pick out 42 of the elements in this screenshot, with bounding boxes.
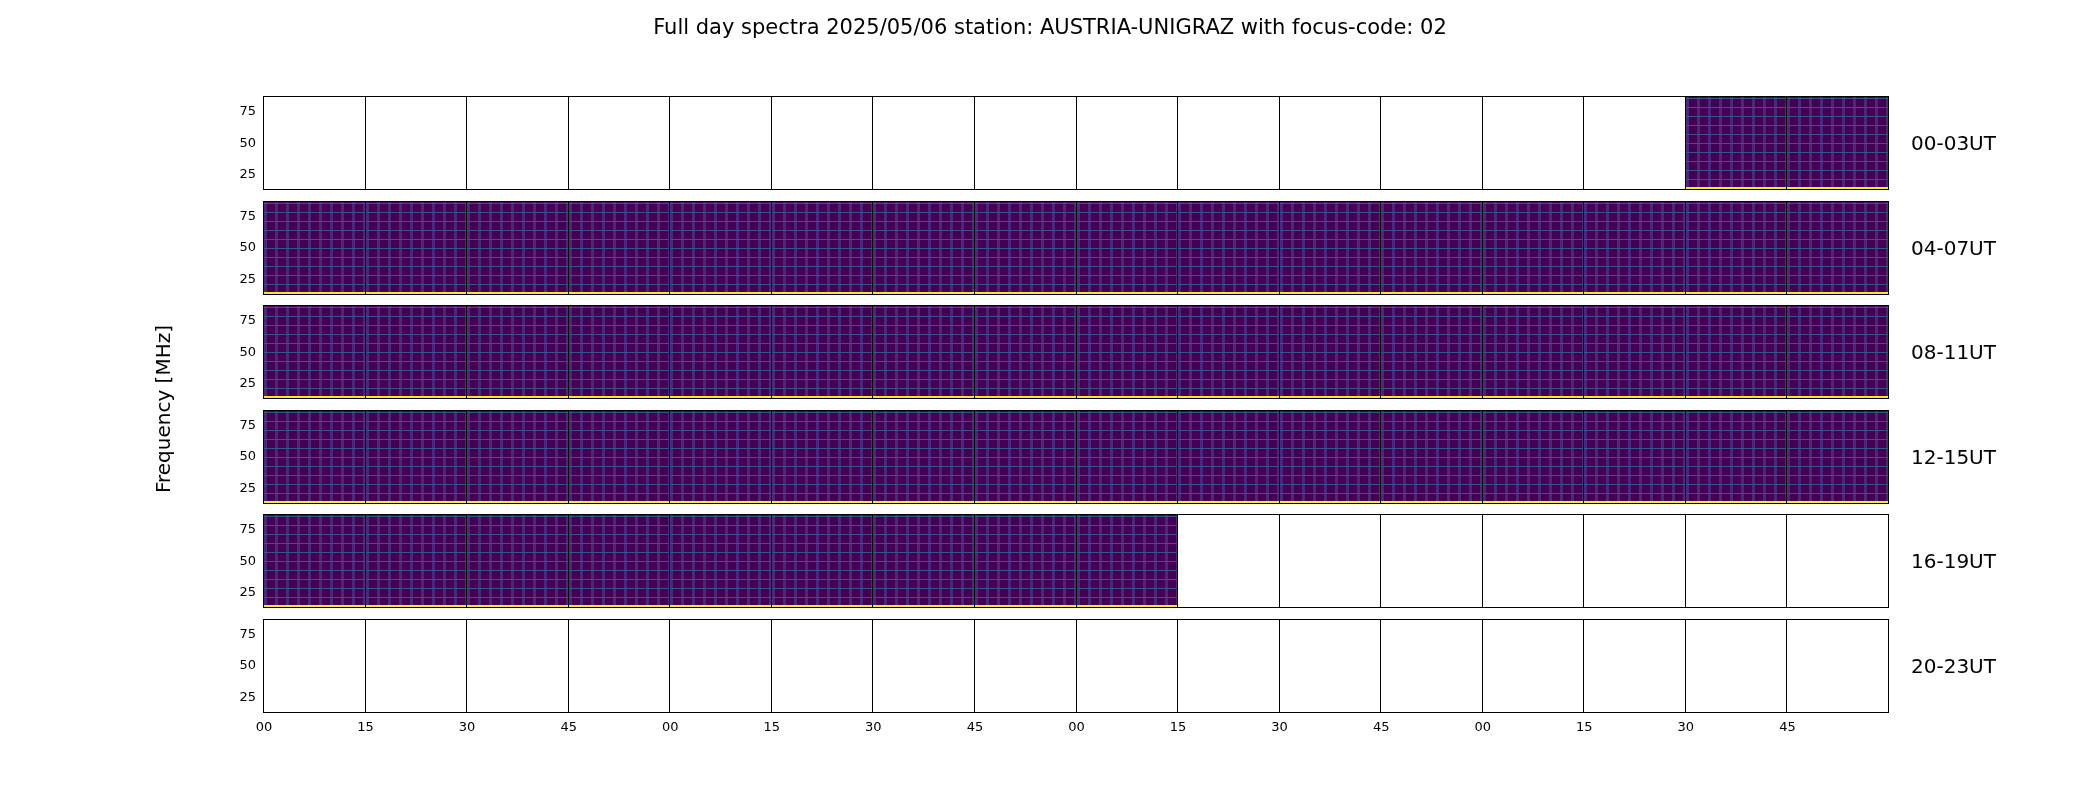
figure-title: Full day spectra 2025/05/06 station: AUSTRIA-UNIGRAZ with focus-code: 02 — [652, 14, 1448, 41]
y-tick-label: 25 — [239, 689, 256, 703]
y-tick-label: 25 — [239, 271, 256, 285]
y-tick-label: 75 — [239, 313, 256, 326]
y-axis-label: Frequency [MHz] — [150, 325, 176, 494]
x-tick-label: 30 — [1271, 718, 1288, 736]
y-tick-label: 75 — [239, 522, 256, 535]
x-tick-label: 00 — [1474, 718, 1491, 736]
x-tick-label: 45 — [1779, 718, 1796, 736]
row-time-label: 12-15UT — [1911, 443, 1996, 471]
x-tick-label: 30 — [1677, 718, 1695, 736]
row-time-label: 20-23UT — [1911, 652, 1996, 680]
x-tick-label: 30 — [458, 718, 476, 736]
y-tick-label: 75 — [239, 417, 256, 431]
x-tick-label: 00 — [1068, 718, 1085, 736]
row-time-label: 08-11UT — [1911, 339, 1996, 366]
y-tick-label: 50 — [239, 449, 256, 462]
x-tick-label: 00 — [255, 718, 273, 736]
y-tick-label: 75 — [239, 208, 256, 222]
y-tick-label: 25 — [239, 167, 256, 180]
x-tick-label: 15 — [1169, 718, 1187, 736]
y-tick-label: 50 — [239, 553, 256, 567]
row-time-label: 16-19UT — [1911, 548, 1996, 575]
y-tick-label: 50 — [239, 240, 256, 253]
y-tick-label: 50 — [239, 344, 256, 358]
row-time-label: 00-03UT — [1911, 130, 1996, 157]
y-tick-label: 50 — [239, 135, 256, 149]
y-tick-label: 50 — [239, 658, 256, 671]
x-tick-label: 45 — [966, 718, 984, 736]
y-tick-label: 25 — [239, 585, 256, 598]
x-tick-label: 30 — [865, 718, 882, 736]
x-tick-label: 45 — [1372, 718, 1390, 736]
y-tick-label: 75 — [239, 104, 256, 117]
x-tick-label: 00 — [662, 718, 679, 736]
y-tick-label: 75 — [239, 626, 256, 640]
x-tick-label: 15 — [763, 718, 781, 736]
y-tick-label: 25 — [239, 376, 256, 389]
y-tick-label: 25 — [239, 480, 256, 494]
x-tick-label: 15 — [1576, 718, 1593, 736]
x-tick-label: 15 — [357, 718, 374, 736]
row-time-label: 04-07UT — [1911, 234, 1996, 262]
x-tick-label: 45 — [560, 718, 577, 736]
